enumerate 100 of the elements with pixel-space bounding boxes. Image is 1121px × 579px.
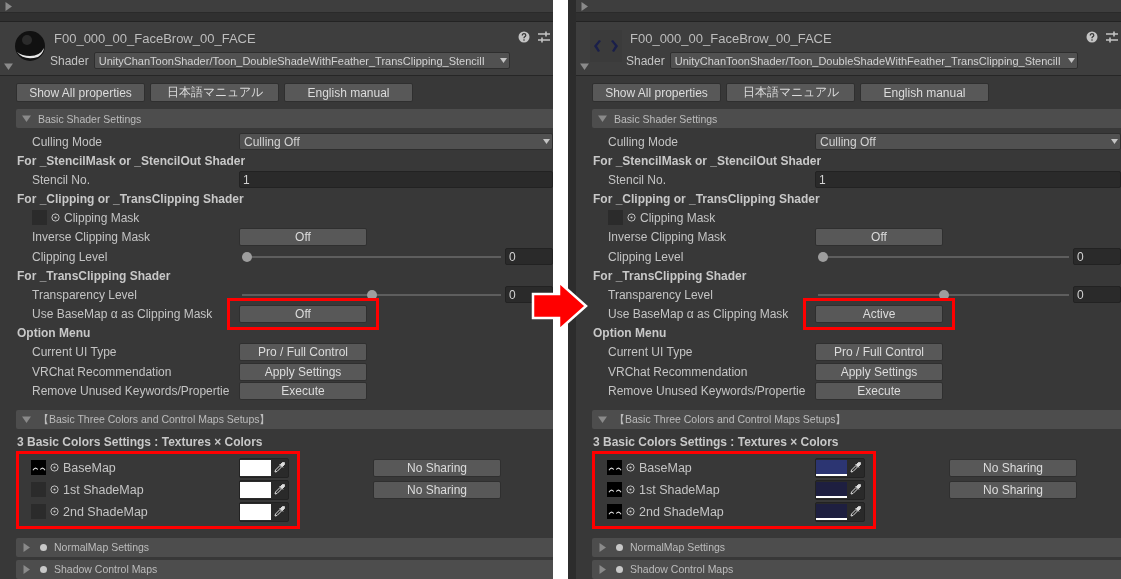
- toolbar-button[interactable]: Show All properties: [16, 83, 145, 102]
- target-icon: [626, 463, 635, 472]
- section-header[interactable]: 【Basic Three Colors and Control Maps Setups】: [592, 410, 1121, 429]
- toggle-button[interactable]: Apply Settings: [815, 362, 943, 381]
- field-label: Clipping Mask: [64, 210, 140, 225]
- field-label: Stencil No.: [31, 172, 92, 187]
- group-heading: For _TransClipping Shader: [16, 267, 172, 285]
- help-icon: [1086, 31, 1098, 43]
- toggle-button[interactable]: Pro / Full Control: [239, 343, 367, 362]
- number-field[interactable]: 1: [815, 171, 1121, 189]
- field-label: Current UI Type: [31, 345, 118, 360]
- toolbar-button[interactable]: English manual: [860, 83, 989, 102]
- dropdown-field[interactable]: Culling Off: [815, 133, 1121, 151]
- toolbar-button[interactable]: Show All properties: [592, 83, 721, 102]
- sharing-button[interactable]: No Sharing: [373, 480, 501, 499]
- section-header[interactable]: Shadow Control Maps: [592, 559, 1121, 579]
- number-field[interactable]: 0: [505, 248, 553, 266]
- shader-label: Shader: [50, 53, 89, 68]
- expand-icon: [22, 564, 31, 574]
- field-label: 2nd ShadeMap: [639, 504, 725, 519]
- color-field[interactable]: [815, 457, 865, 478]
- expand-icon: [598, 564, 607, 574]
- section-title: NormalMap Settings: [630, 541, 726, 553]
- group-heading: For _TransClipping Shader: [592, 267, 748, 285]
- number-field[interactable]: 0: [1073, 286, 1121, 304]
- group-heading: Option Menu: [592, 325, 668, 342]
- toggle-button[interactable]: Off: [815, 228, 943, 247]
- toolbar-button[interactable]: English manual: [284, 83, 413, 102]
- color-field[interactable]: [239, 501, 289, 522]
- toolbar-button[interactable]: 日本語マニュアル: [726, 83, 855, 102]
- number-field[interactable]: 0: [1073, 248, 1121, 266]
- brows-drawing: [607, 464, 622, 471]
- target-icon: [626, 507, 635, 516]
- shader-dropdown[interactable]: UnityChanToonShader/Toon_DoubleShadeWithFeather_TransClipping_StencilI: [669, 52, 1078, 69]
- toolbar-button[interactable]: 日本語マニュアル: [150, 83, 279, 102]
- field-label: 2nd ShadeMap: [63, 504, 149, 519]
- slider-thumb[interactable]: [818, 251, 828, 262]
- sharing-button[interactable]: No Sharing: [949, 458, 1077, 477]
- field-label: Clipping Level: [607, 249, 685, 264]
- target-icon: [626, 485, 635, 494]
- collapse-icon: [598, 114, 607, 123]
- eyedropper-icon: [850, 462, 861, 473]
- section-title: 【Basic Three Colors and Control Maps Setups】: [38, 412, 271, 427]
- section-title: Shadow Control Maps: [54, 563, 158, 575]
- group-heading: For _StencilMask or _StencilOut Shader: [16, 152, 247, 170]
- section-title: 【Basic Three Colors and Control Maps Setups】: [614, 412, 847, 427]
- section-title: NormalMap Settings: [54, 541, 150, 553]
- color-field[interactable]: [815, 501, 865, 522]
- caret-icon: [1068, 58, 1075, 63]
- material-name: F00_000_00_FaceBrow_00_FACE: [630, 31, 833, 48]
- section-title: Basic Shader Settings: [38, 112, 142, 125]
- brows-drawing: [607, 486, 622, 493]
- settings-icon: [1106, 31, 1118, 43]
- section-header[interactable]: Basic Shader Settings: [16, 109, 553, 128]
- target-icon: [627, 213, 636, 223]
- toggle-button[interactable]: Pro / Full Control: [815, 343, 943, 362]
- texture-thumbnail[interactable]: [607, 460, 622, 475]
- group-heading: For _Clipping or _TransClipping Shader: [16, 190, 245, 208]
- field-label: Use BaseMap α as Clipping Mask: [31, 307, 214, 322]
- sharing-button[interactable]: No Sharing: [949, 480, 1077, 499]
- expand-icon: [22, 542, 31, 552]
- field-label: Inverse Clipping Mask: [31, 230, 152, 245]
- section-header[interactable]: 【Basic Three Colors and Control Maps Setups】: [16, 410, 553, 429]
- field-label: Current UI Type: [607, 345, 694, 360]
- slider-thumb[interactable]: [366, 289, 377, 300]
- target-icon: [50, 463, 59, 472]
- group-heading: Option Menu: [16, 325, 92, 342]
- slider-thumb[interactable]: [938, 289, 949, 300]
- field-label: VRChat Recommendation: [31, 364, 173, 379]
- sharing-button[interactable]: No Sharing: [373, 458, 501, 477]
- field-label: Transparency Level: [607, 287, 714, 302]
- section-header[interactable]: Basic Shader Settings: [592, 109, 1121, 128]
- eyedropper-icon: [850, 506, 861, 517]
- eyedropper-icon: [274, 462, 285, 473]
- section-header[interactable]: NormalMap Settings: [592, 537, 1121, 557]
- color-field[interactable]: [239, 479, 289, 500]
- expand-icon: [598, 542, 607, 552]
- texture-thumbnail[interactable]: [31, 460, 46, 475]
- toggle-button[interactable]: Active: [815, 305, 943, 324]
- group-heading: 3 Basic Colors Settings : Textures × Colors: [16, 434, 264, 451]
- section-header[interactable]: Shadow Control Maps: [16, 559, 553, 579]
- dropdown-field[interactable]: Culling Off: [239, 133, 553, 151]
- group-heading: 3 Basic Colors Settings : Textures × Colors: [592, 434, 840, 451]
- section-header[interactable]: NormalMap Settings: [16, 537, 553, 557]
- slider-thumb[interactable]: [242, 251, 252, 262]
- number-field[interactable]: 1: [239, 171, 553, 189]
- toggle-button[interactable]: Execute: [239, 382, 367, 401]
- toggle-button[interactable]: Execute: [815, 382, 943, 401]
- shader-dropdown[interactable]: UnityChanToonShader/Toon_DoubleShadeWithFeather_TransClipping_StencilI: [93, 52, 510, 69]
- foldout-icon: [580, 62, 589, 71]
- toggle-button[interactable]: Off: [239, 228, 367, 247]
- brows-drawing: [607, 508, 622, 515]
- toggle-button[interactable]: Off: [239, 305, 367, 324]
- section-title: Basic Shader Settings: [614, 112, 718, 125]
- toggle-button[interactable]: Apply Settings: [239, 362, 367, 381]
- texture-thumbnail[interactable]: [607, 482, 622, 497]
- color-field[interactable]: [815, 479, 865, 500]
- texture-thumbnail[interactable]: [607, 504, 622, 519]
- color-field[interactable]: [239, 457, 289, 478]
- field-label: BaseMap: [639, 460, 693, 475]
